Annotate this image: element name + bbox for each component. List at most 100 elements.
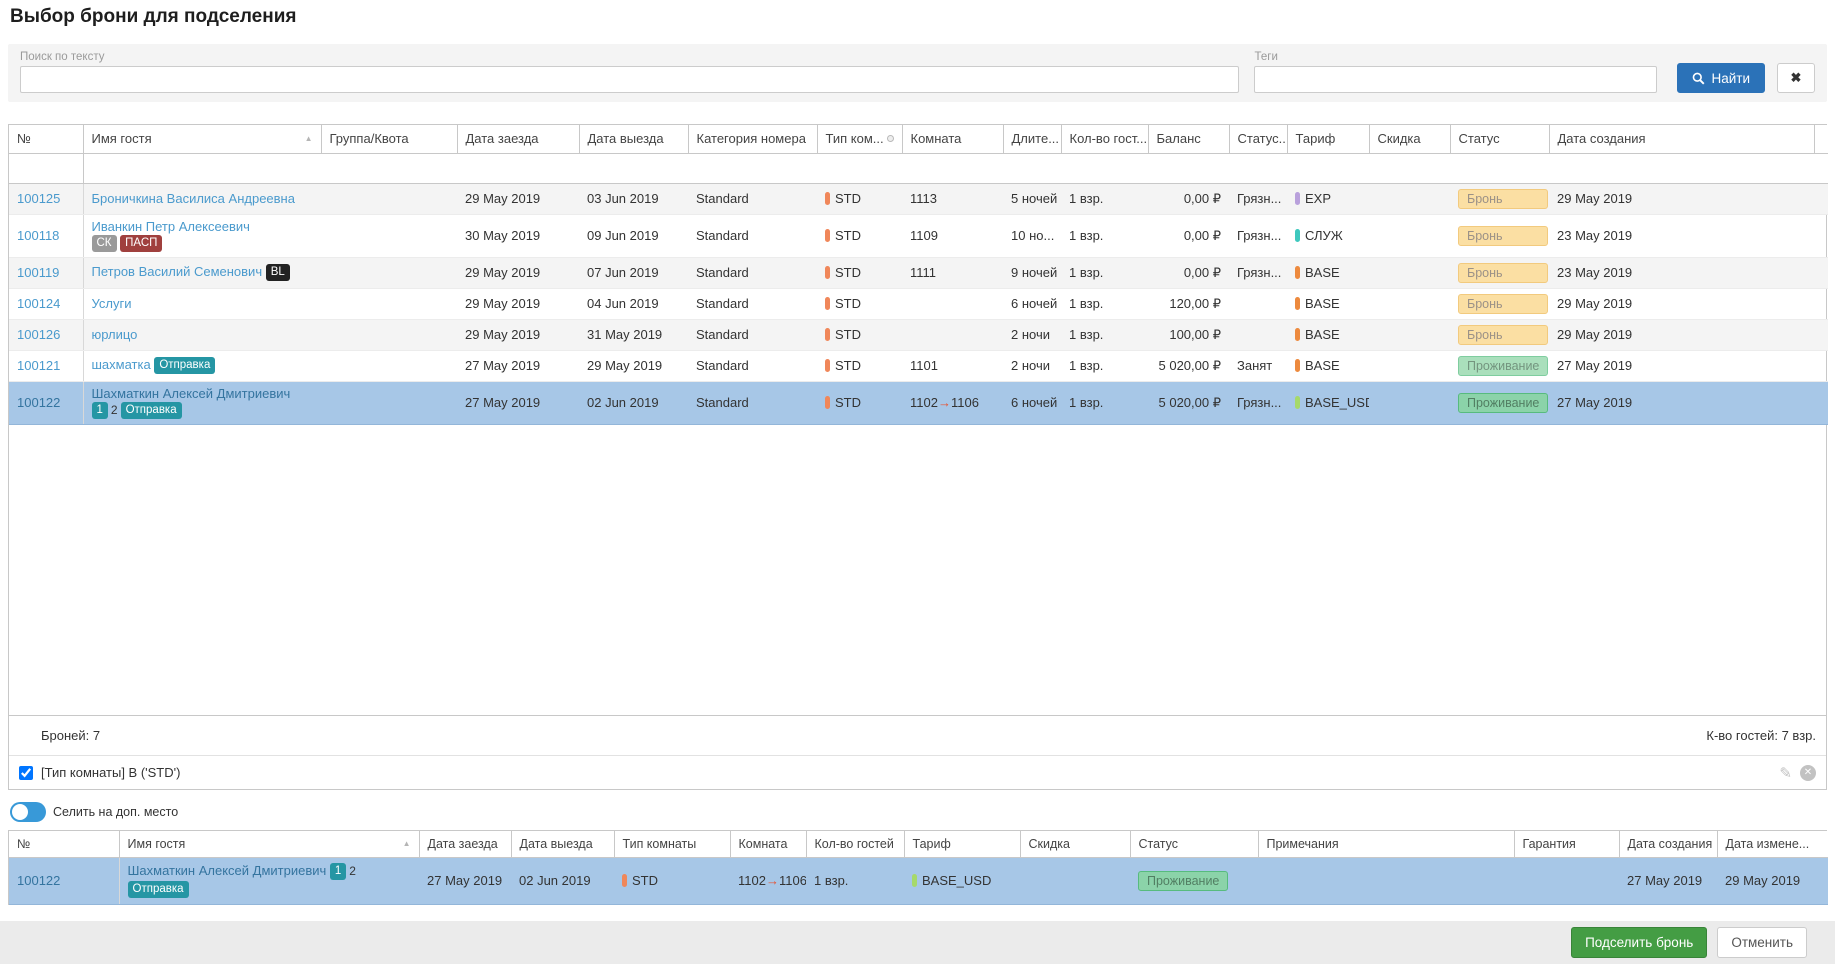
col-notes[interactable]: Примечания	[1258, 831, 1514, 857]
guest-name-link[interactable]: юрлицо	[92, 327, 138, 342]
cancel-button[interactable]: Отменить	[1717, 927, 1807, 958]
status-badge: Бронь	[1458, 226, 1548, 246]
table-row[interactable]: 100119 Петров Василий Семенович BL 29 Ma…	[9, 257, 1828, 288]
col-arrival-date[interactable]: Дата заезда	[419, 831, 511, 857]
sort-asc-icon: ▲	[403, 839, 411, 848]
guest-name-link[interactable]: Иванкин Петр Алексеевич	[92, 219, 250, 234]
toggle-knob-icon	[12, 804, 28, 820]
room-move-arrow-icon: →	[938, 395, 951, 410]
col-hk-status[interactable]: Статус...	[1229, 125, 1287, 153]
guest-tag-count: 1	[330, 863, 346, 880]
guest-tag-send: Отправка	[154, 357, 215, 374]
room-type-marker	[622, 874, 627, 887]
guest-name-link[interactable]: Броничкина Василиса Андреевна	[92, 191, 295, 206]
guest-name-link[interactable]: Услуги	[92, 296, 132, 311]
guest-tag-sk: СК	[92, 235, 117, 252]
booking-id-link[interactable]: 100126	[17, 327, 60, 342]
col-departure-date[interactable]: Дата выезда	[579, 125, 688, 153]
booking-id-link[interactable]: 100118	[17, 228, 59, 243]
active-filter-bar: [Тип комнаты] В ('STD') ✎ ✕	[9, 755, 1826, 789]
table-row[interactable]: 100125 Броничкина Василиса Андреевна 29 …	[9, 183, 1828, 214]
booking-id-link[interactable]: 100122	[17, 873, 60, 888]
col-room-type[interactable]: Тип ком...	[817, 125, 902, 153]
table-row[interactable]: 100124 Услуги 29 May 2019 04 Jun 2019 St…	[9, 288, 1828, 319]
search-text-label: Поиск по тексту	[20, 51, 1239, 63]
guest-tag-blacklist: BL	[266, 264, 290, 281]
col-status[interactable]: Статус	[1130, 831, 1258, 857]
guest-tag-send: Отправка	[128, 881, 189, 898]
page-title: Выбор брони для подселения	[10, 6, 1835, 28]
extra-bed-toggle[interactable]	[10, 802, 46, 822]
col-room[interactable]: Комната	[902, 125, 1003, 153]
clear-search-button[interactable]: ✖	[1777, 63, 1815, 93]
booking-id-link[interactable]: 100119	[17, 265, 59, 280]
booking-id-link[interactable]: 100121	[17, 358, 60, 373]
filter-checkbox[interactable]	[19, 766, 33, 780]
search-text-input[interactable]	[20, 66, 1239, 93]
bottom-table-header: № Имя гостя▲ Дата заезда Дата выезда Тип…	[9, 831, 1828, 857]
col-discount[interactable]: Скидка	[1369, 125, 1450, 153]
col-created-date[interactable]: Дата создания	[1549, 125, 1814, 153]
room-type-marker	[825, 229, 830, 242]
guest-name-link[interactable]: Шахматкин Алексей Дмитриевич	[92, 386, 291, 401]
guest-name-link[interactable]: Шахматкин Алексей Дмитриевич	[128, 863, 327, 878]
table-row[interactable]: 100118 Иванкин Петр Алексеевич СК ПАСП 3…	[9, 214, 1828, 257]
room-type-marker	[825, 192, 830, 205]
col-number[interactable]: №	[9, 125, 83, 153]
col-guest-name[interactable]: Имя гостя▲	[119, 831, 419, 857]
search-panel: Поиск по тексту Теги Найти ✖	[8, 44, 1827, 102]
submit-co-living-button[interactable]: Подселить бронь	[1571, 927, 1707, 958]
col-guest-name[interactable]: Имя гостя▲	[83, 125, 321, 153]
sort-asc-icon: ▲	[305, 134, 313, 143]
col-room[interactable]: Комната	[730, 831, 806, 857]
col-status[interactable]: Статус	[1450, 125, 1549, 153]
col-guest-count[interactable]: Кол-во гост...	[1061, 125, 1148, 153]
tariff-marker	[1295, 229, 1300, 242]
col-arrival-date[interactable]: Дата заезда	[457, 125, 579, 153]
tariff-marker	[1295, 396, 1300, 409]
col-created-date[interactable]: Дата создания	[1619, 831, 1717, 857]
bookings-count: Броней: 7	[41, 728, 100, 743]
guest-name-link[interactable]: Петров Василий Семенович	[92, 264, 263, 279]
col-departure-date[interactable]: Дата выезда	[511, 831, 614, 857]
tags-label: Теги	[1254, 51, 1657, 63]
booking-id-link[interactable]: 100125	[17, 191, 60, 206]
tariff-marker	[1295, 297, 1300, 310]
col-guest-count[interactable]: Кол-во гостей	[806, 831, 904, 857]
table-row[interactable]: 100121 шахматка Отправка 27 May 2019 29 …	[9, 350, 1828, 381]
col-guarantee[interactable]: Гарантия	[1514, 831, 1619, 857]
col-discount[interactable]: Скидка	[1020, 831, 1130, 857]
grid-footer: Броней: 7 К-во гостей: 7 взр.	[9, 715, 1826, 755]
filter-indicator-icon	[887, 135, 894, 142]
find-button[interactable]: Найти	[1677, 63, 1765, 93]
col-tariff[interactable]: Тариф	[904, 831, 1020, 857]
booking-id-link[interactable]: 100124	[17, 296, 60, 311]
guest-tag-send: Отправка	[121, 402, 182, 419]
col-number[interactable]: №	[9, 831, 119, 857]
table-row-selected[interactable]: 100122 Шахматкин Алексей Дмитриевич 12От…	[9, 381, 1828, 424]
status-badge: Проживание	[1458, 393, 1548, 413]
col-balance[interactable]: Баланс	[1148, 125, 1229, 153]
tariff-marker	[1295, 192, 1300, 205]
col-room-type[interactable]: Тип комнаты	[614, 831, 730, 857]
booking-id-link[interactable]: 100122	[17, 395, 60, 410]
tariff-marker	[1295, 266, 1300, 279]
tags-input[interactable]	[1254, 66, 1657, 93]
col-modified-date[interactable]: Дата измене...	[1717, 831, 1828, 857]
guest-name-link[interactable]: шахматка	[92, 357, 151, 372]
col-duration[interactable]: Длите...	[1003, 125, 1061, 153]
col-tariff[interactable]: Тариф	[1287, 125, 1369, 153]
status-badge: Проживание	[1458, 356, 1548, 376]
selected-booking-table: № Имя гостя▲ Дата заезда Дата выезда Тип…	[8, 830, 1827, 905]
grid-empty-area	[9, 425, 1826, 716]
edit-filter-icon[interactable]: ✎	[1779, 764, 1792, 782]
selected-booking-row[interactable]: 100122 Шахматкин Алексей Дмитриевич 12 О…	[9, 857, 1828, 904]
status-badge: Бронь	[1458, 325, 1548, 345]
search-icon	[1692, 72, 1705, 85]
table-row[interactable]: 100126 юрлицо 29 May 2019 31 May 2019 St…	[9, 319, 1828, 350]
remove-filter-icon[interactable]: ✕	[1800, 765, 1816, 781]
column-filter-row[interactable]	[9, 153, 1828, 183]
col-group-quota[interactable]: Группа/Квота	[321, 125, 457, 153]
col-room-category[interactable]: Категория номера	[688, 125, 817, 153]
room-type-marker	[825, 266, 830, 279]
